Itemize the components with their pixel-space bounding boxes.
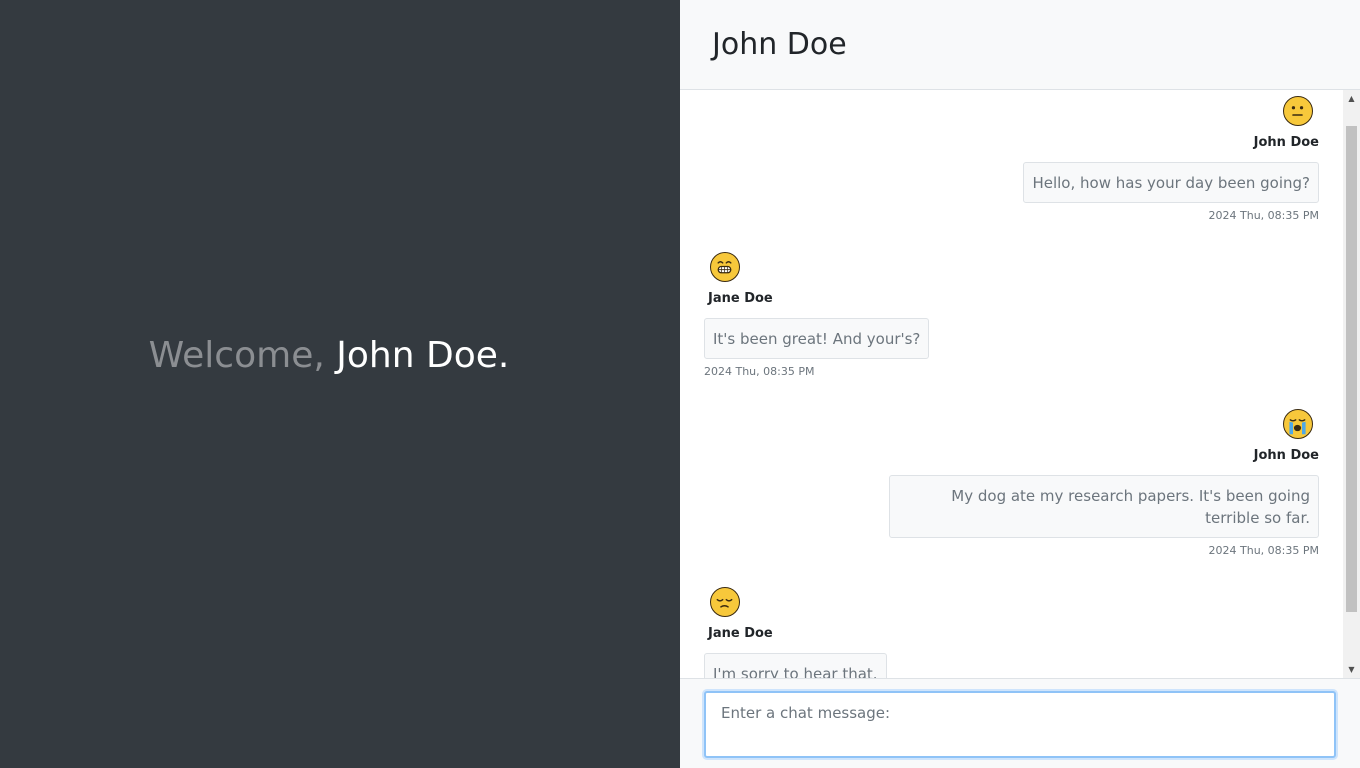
message-timestamp: 2024 Thu, 08:35 PM <box>1208 209 1319 222</box>
welcome-greeting: Welcome, <box>148 335 325 376</box>
message-item: John Doe My dog ate my research papers. … <box>889 409 1319 558</box>
welcome-heading: Welcome, John Doe. <box>0 332 658 380</box>
scroll-down-arrow-icon[interactable]: ▼ <box>1343 661 1360 678</box>
crying-face-icon <box>1283 409 1313 439</box>
message-timestamp: 2024 Thu, 08:35 PM <box>704 365 815 378</box>
message-item: John Doe Hello, how has your day been go… <box>1023 96 1319 223</box>
message-bubble: Hello, how has your day been going? <box>1023 162 1319 203</box>
message-sender: Jane Doe <box>708 291 773 306</box>
message-timestamp: 2024 Thu, 08:35 PM <box>1208 544 1319 557</box>
message-list-scrollbar[interactable]: ▲ ▼ <box>1343 90 1360 678</box>
neutral-face-icon <box>1283 96 1313 126</box>
message-bubble: It's been great! And your's? <box>704 318 930 359</box>
scrollbar-thumb[interactable] <box>1346 126 1357 612</box>
message-sender: John Doe <box>1253 135 1319 150</box>
message-bubble: My dog ate my research papers. It's been… <box>889 475 1319 538</box>
chat-header: John Doe <box>680 0 1360 90</box>
message-item: Jane Doe It's been great! And your's? 20… <box>704 252 930 379</box>
scroll-up-arrow-icon[interactable]: ▲ <box>1343 90 1360 107</box>
message-sender: John Doe <box>1253 448 1319 463</box>
composer <box>680 678 1360 768</box>
message-item: Jane Doe I'm sorry to hear that. <box>704 587 887 678</box>
chat-title: John Doe <box>712 27 847 62</box>
grinning-face-icon <box>710 252 740 282</box>
pensive-face-icon <box>710 587 740 617</box>
welcome-panel: Welcome, John Doe. <box>0 0 680 768</box>
message-bubble: I'm sorry to hear that. <box>704 653 887 678</box>
message-sender: Jane Doe <box>708 626 773 641</box>
welcome-user-name: John Doe. <box>336 335 510 376</box>
message-list[interactable]: John Doe Hello, how has your day been go… <box>680 90 1343 678</box>
chat-message-input[interactable] <box>704 691 1336 758</box>
chat-panel: John Doe John Doe Hello, how has your da… <box>680 0 1360 768</box>
